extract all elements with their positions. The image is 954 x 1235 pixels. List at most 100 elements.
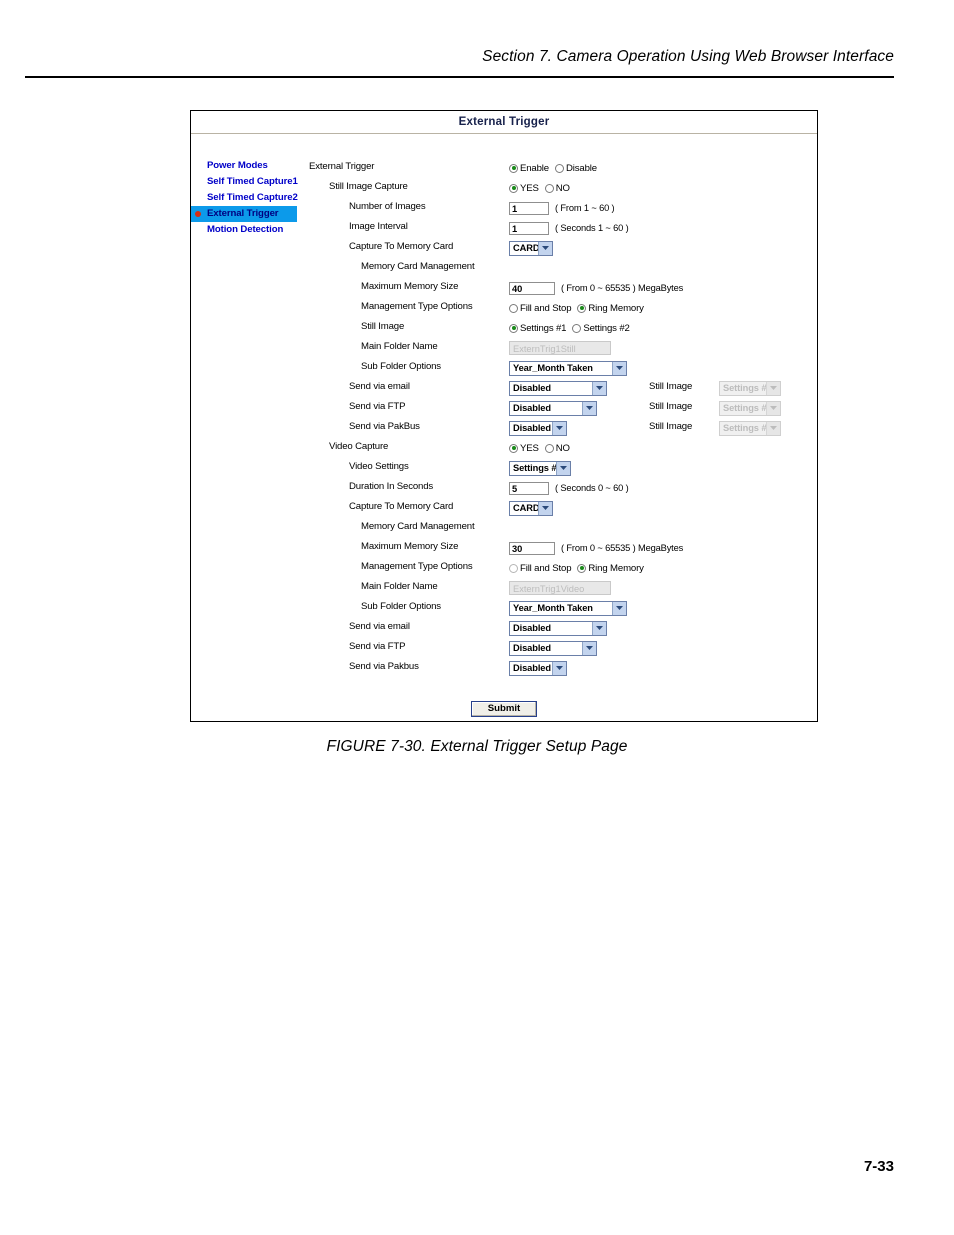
- video-maximum-memory-size-input[interactable]: 30: [509, 541, 555, 555]
- video-send-via-pakbus-select[interactable]: Disabled: [509, 660, 567, 676]
- row-video-capture: Video Capture YES NO: [309, 438, 817, 458]
- chevron-down-icon: [612, 361, 626, 375]
- still-send-via-ftp-settings-select: Settings #1: [719, 400, 781, 416]
- video-main-folder-name-input: ExternTrig1Video: [509, 581, 611, 595]
- radio-still-settings-1[interactable]: Settings #1: [509, 322, 567, 334]
- label-video-send-via-pakbus: Send via Pakbus: [349, 661, 419, 672]
- number-of-images-hint: ( From 1 ~ 60 ): [555, 203, 615, 213]
- row-still-send-via-ftp: Send via FTP Disabled Still Image Settin…: [309, 398, 817, 418]
- label-duration-in-seconds: Duration In Seconds: [349, 481, 434, 492]
- row-number-of-images: Number of Images 1 ( From 1 ~ 60 ): [309, 198, 817, 218]
- row-video-memory-card-management: Memory Card Management: [309, 518, 817, 538]
- still-capture-to-memory-card-select[interactable]: CARD: [509, 240, 553, 256]
- radio-video-capture-no[interactable]: NO: [544, 443, 570, 454]
- sidebar-item-motion-detection[interactable]: Motion Detection: [191, 222, 309, 238]
- radio-still-capture-yes[interactable]: YES: [509, 183, 539, 194]
- select-value: Settings #1: [723, 423, 766, 433]
- running-header: Section 7. Camera Operation Using Web Br…: [482, 48, 894, 65]
- radio-still-settings-2[interactable]: Settings #2: [572, 323, 630, 334]
- panel-body: Power Modes Self Timed Capture1 Self Tim…: [191, 134, 817, 722]
- still-send-via-pakbus-select[interactable]: Disabled: [509, 420, 567, 436]
- label-still-image: Still Image: [361, 321, 405, 332]
- field-still-send-via-pakbus-target: Settings #1: [719, 418, 781, 438]
- field-duration-in-seconds: 5 ( Seconds 0 ~ 60 ): [509, 478, 629, 498]
- field-video-send-via-email: Disabled: [509, 618, 607, 638]
- image-interval-input[interactable]: 1: [509, 221, 549, 235]
- still-maximum-memory-size-input[interactable]: 40: [509, 281, 555, 295]
- label-still-capture-to-memory-card: Capture To Memory Card: [349, 241, 454, 252]
- row-video-maximum-memory-size: Maximum Memory Size 30 ( From 0 ~ 65535 …: [309, 538, 817, 558]
- field-still-send-via-pakbus: Disabled: [509, 418, 567, 438]
- row-video-capture-to-memory-card: Capture To Memory Card CARD: [309, 498, 817, 518]
- radio-external-trigger-disable[interactable]: Disable: [554, 163, 597, 174]
- label-video-management-type-options: Management Type Options: [361, 561, 473, 572]
- row-still-sub-folder-options: Sub Folder Options Year_Month Taken: [309, 358, 817, 378]
- label-number-of-images: Number of Images: [349, 201, 426, 212]
- field-video-sub-folder-options: Year_Month Taken: [509, 598, 627, 618]
- still-send-via-pakbus-settings-select: Settings #1: [719, 420, 781, 436]
- radio-label: Fill and Stop: [520, 302, 572, 314]
- label-still-image-capture: Still Image Capture: [329, 181, 408, 192]
- radiogroup-still-management-type: Fill and Stop Ring Memory: [509, 298, 650, 318]
- sidebar-item-power-modes[interactable]: Power Modes: [191, 158, 309, 174]
- page-number: 7-33: [863, 1158, 894, 1175]
- radio-label: Settings #1: [520, 322, 567, 334]
- radio-dot-icon: [509, 163, 518, 173]
- field-still-capture-to-memory-card: CARD: [509, 238, 553, 258]
- video-capture-to-memory-card-select[interactable]: CARD: [509, 500, 553, 516]
- label-image-interval: Image Interval: [349, 221, 408, 232]
- duration-in-seconds-hint: ( Seconds 0 ~ 60 ): [555, 483, 629, 493]
- video-send-via-email-select[interactable]: Disabled: [509, 620, 607, 636]
- chevron-down-icon: [556, 461, 570, 475]
- duration-in-seconds-input[interactable]: 5: [509, 481, 549, 495]
- select-value: Disabled: [513, 623, 551, 633]
- still-send-via-email-select[interactable]: Disabled: [509, 380, 607, 396]
- label-external-trigger: External Trigger: [309, 161, 375, 172]
- radio-video-fill-and-stop[interactable]: Fill and Stop: [509, 563, 572, 574]
- radio-video-ring-memory[interactable]: Ring Memory: [577, 562, 644, 574]
- radio-still-fill-and-stop[interactable]: Fill and Stop: [509, 302, 572, 314]
- video-sub-folder-options-select[interactable]: Year_Month Taken: [509, 600, 627, 616]
- field-still-main-folder-name: ExternTrig1Still: [509, 338, 611, 358]
- radio-external-trigger-enable[interactable]: Enable: [509, 163, 549, 174]
- radio-label: NO: [555, 182, 570, 194]
- label-still-maximum-memory-size: Maximum Memory Size: [361, 281, 459, 292]
- label-video-sub-folder-options: Sub Folder Options: [361, 601, 441, 612]
- field-video-main-folder-name: ExternTrig1Video: [509, 578, 611, 598]
- sidebar-item-self-timed-capture2[interactable]: Self Timed Capture2: [191, 190, 309, 206]
- still-sub-folder-options-select[interactable]: Year_Month Taken: [509, 360, 627, 376]
- radio-dot-icon: [577, 563, 587, 573]
- image-interval-hint: ( Seconds 1 ~ 60 ): [555, 223, 629, 233]
- radio-still-ring-memory[interactable]: Ring Memory: [577, 303, 644, 314]
- radio-still-capture-no[interactable]: NO: [544, 182, 570, 194]
- radiogroup-still-image-settings: Settings #1 Settings #2: [509, 318, 636, 338]
- radio-dot-icon: [509, 563, 518, 573]
- video-settings-select[interactable]: Settings #1: [509, 460, 571, 476]
- row-video-send-via-email: Send via email Disabled: [309, 618, 817, 638]
- label-still-send-via-pakbus-target: Still Image: [649, 421, 693, 432]
- row-still-send-via-pakbus: Send via PakBus Disabled Still Image Set…: [309, 418, 817, 438]
- label-still-send-via-pakbus: Send via PakBus: [349, 421, 420, 432]
- submit-button[interactable]: Submit: [471, 701, 537, 717]
- field-number-of-images: 1 ( From 1 ~ 60 ): [509, 198, 615, 218]
- chevron-down-icon: [766, 401, 780, 415]
- video-send-via-ftp-select[interactable]: Disabled: [509, 640, 597, 656]
- select-value: Disabled: [513, 643, 551, 653]
- radio-dot-icon: [509, 323, 518, 333]
- radio-video-capture-yes[interactable]: YES: [509, 443, 539, 454]
- number-of-images-input[interactable]: 1: [509, 201, 549, 215]
- chevron-down-icon: [538, 241, 552, 255]
- label-still-send-via-email-target: Still Image: [649, 381, 693, 392]
- chevron-down-icon: [592, 621, 606, 635]
- row-still-capture-to-memory-card: Capture To Memory Card CARD: [309, 238, 817, 258]
- still-maximum-memory-size-hint: ( From 0 ~ 65535 ) MegaBytes: [561, 283, 684, 293]
- row-still-image-capture: Still Image Capture YES NO: [309, 178, 817, 198]
- radio-label: YES: [520, 442, 539, 454]
- radio-label: Ring Memory: [588, 562, 644, 574]
- sidebar-item-self-timed-capture1[interactable]: Self Timed Capture1: [191, 174, 309, 190]
- field-video-send-via-ftp: Disabled: [509, 638, 597, 658]
- sidebar-item-external-trigger[interactable]: External Trigger: [191, 206, 297, 222]
- still-send-via-ftp-select[interactable]: Disabled: [509, 400, 597, 416]
- row-duration-in-seconds: Duration In Seconds 5 ( Seconds 0 ~ 60 ): [309, 478, 817, 498]
- chevron-down-icon: [766, 421, 780, 435]
